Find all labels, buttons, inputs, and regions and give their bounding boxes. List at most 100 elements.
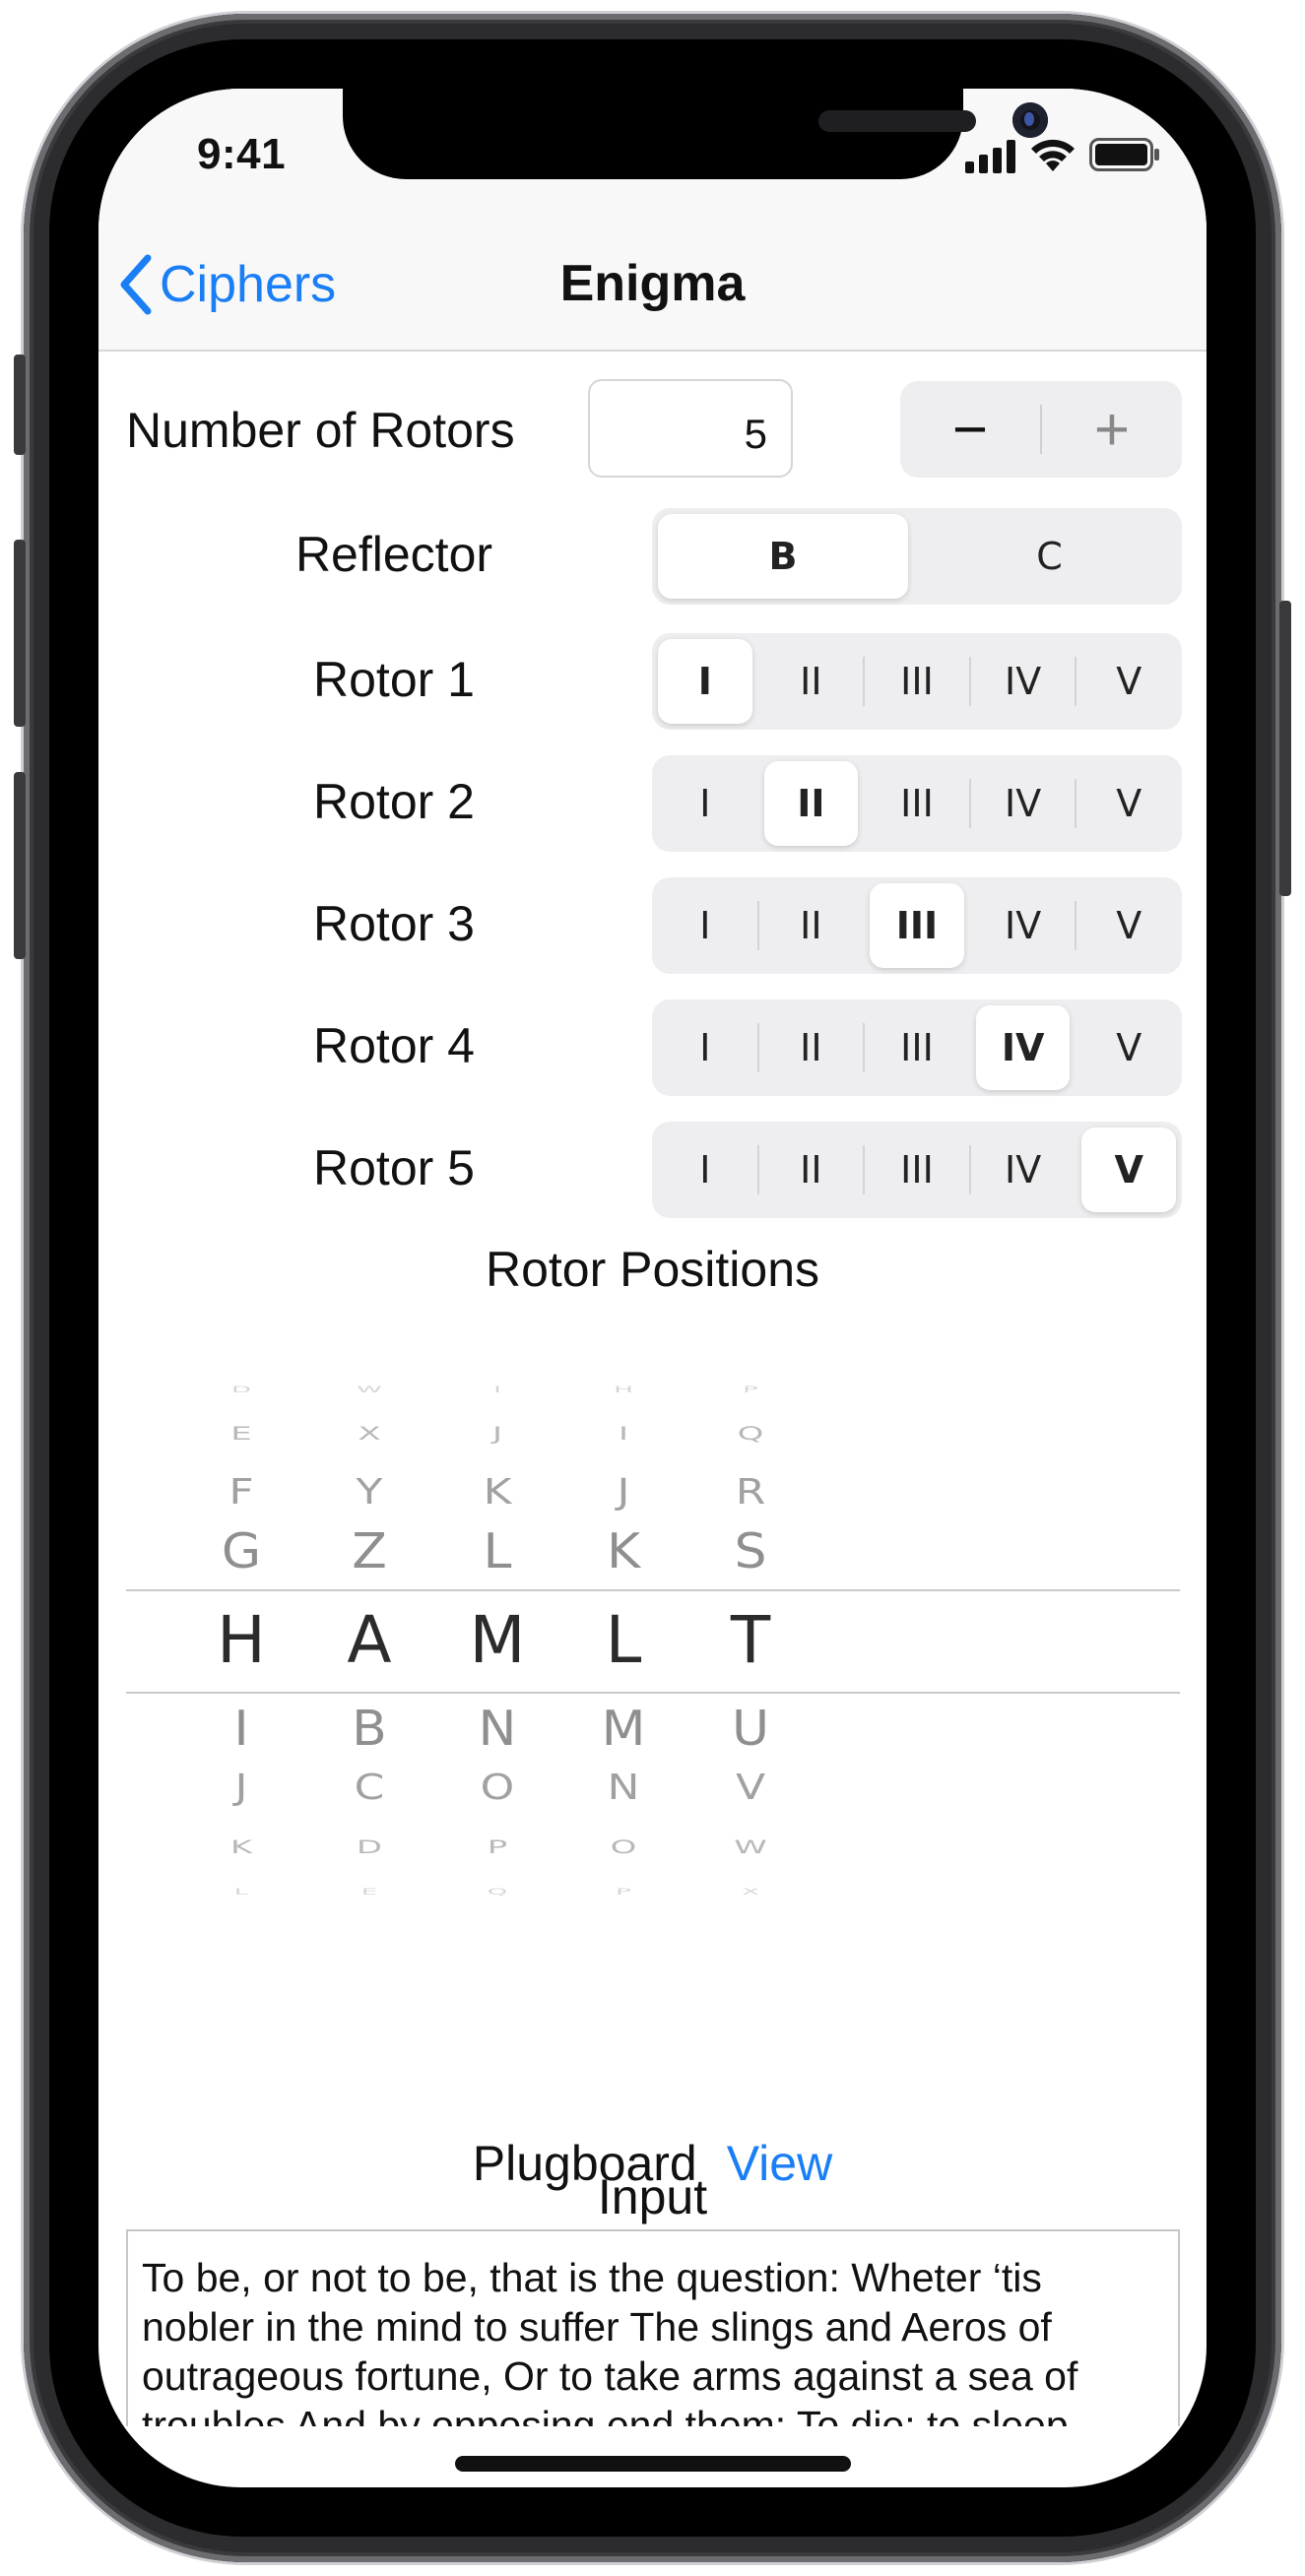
picker-option: J	[491, 1423, 503, 1445]
picker-option: M	[601, 1701, 646, 1758]
picker-option: E	[360, 1886, 378, 1898]
picker-option: E	[230, 1423, 252, 1445]
front-camera	[1012, 102, 1048, 138]
picker-option: P	[616, 1886, 631, 1898]
picker-option: L	[233, 1886, 249, 1898]
picker-selected-value: L	[605, 1602, 642, 1678]
rotor-2-option-v[interactable]: V	[1076, 755, 1182, 852]
home-indicator[interactable]	[455, 2456, 851, 2472]
rotor-2-option-ii[interactable]: II	[763, 761, 859, 846]
rotor-4-option-v[interactable]: V	[1076, 999, 1182, 1096]
picker-option: S	[734, 1523, 767, 1580]
picker-option: O	[610, 1836, 637, 1858]
mute-switch	[14, 354, 26, 455]
picker-option: L	[483, 1523, 512, 1580]
input-label: Input	[597, 2169, 708, 2224]
rotor-1-option-iv[interactable]: IV	[970, 633, 1077, 730]
picker-option: G	[221, 1523, 262, 1580]
earpiece-speaker	[818, 110, 976, 132]
picker-selected-value: T	[730, 1602, 771, 1678]
picker-option: U	[731, 1701, 770, 1758]
input-text-area[interactable]: To be, or not to be, that is the questio…	[126, 2229, 1180, 2426]
rotor-1-segmented-control[interactable]: I II III IV V	[652, 633, 1182, 730]
picker-option: P	[487, 1836, 508, 1858]
rotor-3-option-v[interactable]: V	[1076, 877, 1182, 974]
picker-option: Y	[356, 1472, 383, 1513]
rotor-3-option-iii[interactable]: III	[870, 883, 964, 968]
rotor-2-label: Rotor 2	[313, 774, 475, 829]
rotor-1-option-iii[interactable]: III	[864, 633, 970, 730]
rotor-5-option-ii[interactable]: II	[758, 1122, 865, 1218]
rotor-2-option-iii[interactable]: III	[864, 755, 970, 852]
picker-selected-value: A	[347, 1602, 392, 1678]
rotor-5-option-i[interactable]: I	[652, 1122, 758, 1218]
picker-option: O	[480, 1768, 515, 1808]
rotor-count-field[interactable]: 5	[588, 379, 793, 478]
rotor-2-option-i[interactable]: I	[652, 755, 758, 852]
rotor-5-label: Rotor 5	[313, 1140, 475, 1195]
reflector-option-c[interactable]: C	[917, 508, 1182, 605]
rotor-5-segmented-control[interactable]: I II III IV V	[652, 1122, 1182, 1218]
picker-option: I	[493, 1384, 501, 1395]
rotor-count-stepper[interactable]: − +	[900, 381, 1182, 478]
picker-option: J	[617, 1472, 630, 1513]
rotor-count-label: Number of Rotors	[126, 403, 515, 458]
volume-up-button	[14, 540, 26, 727]
rotor-4-option-i[interactable]: I	[652, 999, 758, 1096]
rotor-3-option-ii[interactable]: II	[758, 877, 865, 974]
picker-option: B	[352, 1701, 387, 1758]
rotor-2-segmented-control[interactable]: I II III IV V	[652, 755, 1182, 852]
picker-option: D	[230, 1384, 252, 1395]
rotor-3-option-i[interactable]: I	[652, 877, 758, 974]
rotor-1-option-ii[interactable]: II	[758, 633, 865, 730]
screen: 9:41 Ciphers Enigma Number of Rotors 5 −…	[98, 89, 1207, 2487]
picker-option: X	[358, 1423, 381, 1445]
picker-option: W	[357, 1384, 382, 1395]
wifi-icon	[1031, 139, 1075, 171]
picker-option: C	[354, 1768, 385, 1808]
rotor-4-option-iv[interactable]: IV	[975, 1005, 1071, 1090]
status-time: 9:41	[197, 130, 287, 178]
rotor-positions-label: Rotor Positions	[485, 1242, 820, 1297]
rotor-3-label: Rotor 3	[313, 896, 475, 951]
rotor-4-label: Rotor 4	[313, 1018, 475, 1073]
reflector-segmented-control[interactable]: B C	[652, 508, 1182, 605]
notch	[343, 89, 1048, 179]
picker-option: D	[356, 1836, 383, 1858]
rotor-1-label: Rotor 1	[313, 652, 475, 707]
picker-option: P	[743, 1384, 758, 1395]
rotor-4-option-ii[interactable]: II	[758, 999, 865, 1096]
rotor-1-option-v[interactable]: V	[1076, 633, 1182, 730]
picker-option: J	[234, 1768, 248, 1808]
rotor-1-option-i[interactable]: I	[658, 639, 752, 724]
picker-option: Q	[737, 1423, 764, 1445]
picker-option: N	[607, 1768, 640, 1808]
picker-option: V	[735, 1768, 766, 1808]
stepper-increment-button[interactable]: +	[1042, 381, 1182, 478]
picker-option: W	[734, 1836, 767, 1858]
picker-option: H	[614, 1384, 633, 1395]
page-title: Enigma	[559, 255, 746, 312]
picker-option: X	[742, 1886, 759, 1898]
picker-selection-bottom-line	[126, 1692, 1180, 1694]
rotor-5-option-iv[interactable]: IV	[970, 1122, 1077, 1218]
picker-option: K	[229, 1836, 253, 1858]
cellular-signal-icon	[965, 140, 1015, 173]
volume-down-button	[14, 772, 26, 959]
picker-option: R	[735, 1472, 766, 1513]
stepper-decrement-button[interactable]: −	[900, 381, 1040, 478]
rotor-3-segmented-control[interactable]: I II III IV V	[652, 877, 1182, 974]
rotor-2-option-iv[interactable]: IV	[970, 755, 1077, 852]
picker-selected-value: M	[469, 1602, 526, 1678]
rotor-3-option-iv[interactable]: IV	[970, 877, 1077, 974]
power-button	[1279, 601, 1291, 896]
rotor-4-option-iii[interactable]: III	[864, 999, 970, 1096]
reflector-option-b[interactable]: B	[658, 514, 908, 599]
picker-option: K	[483, 1472, 512, 1513]
picker-selected-value: H	[217, 1602, 266, 1678]
picker-option: K	[606, 1523, 641, 1580]
picker-option: N	[478, 1701, 517, 1758]
rotor-5-option-iii[interactable]: III	[864, 1122, 970, 1218]
rotor-4-segmented-control[interactable]: I II III IV V	[652, 999, 1182, 1096]
rotor-5-option-v[interactable]: V	[1081, 1127, 1176, 1212]
